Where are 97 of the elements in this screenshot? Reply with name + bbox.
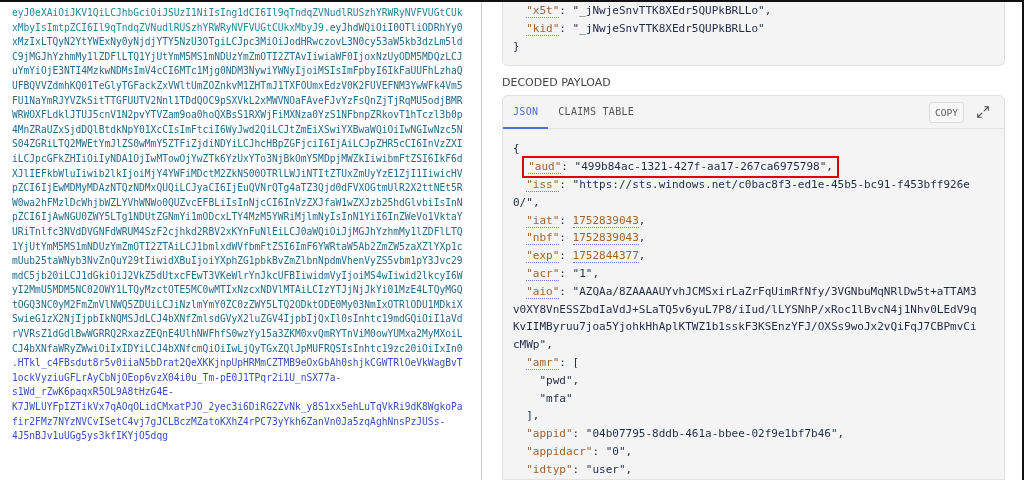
json-comma: , <box>532 195 540 209</box>
token-text: FU1NaYmRJYVZkSitTTGFUUTV2Nnl1TDdQOC9pSXVkL2xMWVNOaFAveFJvYzFsQnZjTjRqMU5odjBMR <box>12 94 463 106</box>
token-text: pZCI6IjAwNGU0ZWY5LTg1NDUtZGNmYi1mODcxLTY4MzM5YWRiMjlmNyIsInN1YiI6InZWeVo1VktaY <box>12 211 463 223</box>
json-value: "_jNwjeSnvTTK8XEdr5QUPkBRLLo" <box>572 21 765 35</box>
json-key: "x5t" <box>526 4 560 18</box>
json-colon: : <box>559 213 567 227</box>
json-comma: , <box>638 231 646 245</box>
json-colon: : <box>559 4 567 17</box>
json-key: "appidacr" <box>526 444 593 458</box>
json-value: v0XY8VnESSZbdIaVdJ+SLaTQ5v6yuL7P8/iIud/lLYSNhP/xRoc1lBvcN4j1Nhv0LEdV9q <box>513 302 977 316</box>
token-text: UFBQVVZdmhKQ01TeGlyTGFackZxVWltUmZOZnkvM1ZHTmJ1TXFOUmxEdzV0K2FUVEFNM3YwWFk4Vm5 <box>12 79 463 91</box>
json-value: "user" <box>585 462 626 476</box>
json-comma: , <box>625 444 633 458</box>
token-text: iLCJpcGFkZHIiOiIyNDA1OjIwMTowOjYwZTk6YzUxYTo3NjBkOmY5MDpjMWZkIiwibmFtZSI6IkF6d <box>12 152 463 164</box>
token-text: eyJ0eXAiOiJKV1QiLCJhbGciOiJSUzI1NiIsIng1dCI6Il9qTndqZVNudlRUSzhYRWRyNVFVUGtCUk <box>12 7 463 18</box>
json-key: "acr" <box>526 266 560 281</box>
json-value: "_jNwjeSnvTTK8XEdr5QUPkBRLLo" <box>572 4 765 17</box>
json-colon: : <box>572 462 581 476</box>
json-key: "nbf" <box>526 231 560 246</box>
json-value: "AZQAa/8ZAAAAUYvhJCMSxirLaZrFqUimRfNfy/3VGNbuMqNRlDw5t+aTTAM3 <box>572 284 977 298</box>
json-colon: : <box>572 427 581 441</box>
json-comma: , <box>837 427 845 441</box>
section-title: DECODED PAYLOAD <box>502 76 611 90</box>
json-key: "kid" <box>526 21 560 36</box>
json-value: 1752839043 <box>572 231 639 246</box>
json-comma: , <box>546 338 553 352</box>
json-value: "499b84ac-1321-427f-aa17-267ca6975798" <box>574 160 827 174</box>
token-text: URiTnlfc3NVdDVGNFdWRUM4SzF2cjhkd2RBV2xKYnFuNlEiLCJ0aWQiOiJjMGJhYzhmMy1lZDFlLTQ <box>12 225 463 237</box>
json-comma: , <box>532 409 540 423</box>
json-key: "aio" <box>526 284 560 299</box>
json-bracket: [ <box>572 355 580 369</box>
token-text: mUub25taWNyb3NvZnQuY29tIiwidXBuIjoiYXphZG1pbkBvZmZlbnNpdmVhenVyZS5vbm1pY3Jvc29 <box>12 255 463 267</box>
json-comma: , <box>638 249 646 263</box>
token-text: 1ockVyziuGFLrAyCbNjOEop6vzX04i0u_Tm-pE0J1TPqr2i1U_nSX77a- <box>12 371 342 383</box>
json-value: cMWp" <box>513 338 547 352</box>
json-value: "1" <box>572 266 593 280</box>
json-key: "aud" <box>528 160 562 175</box>
token-text: SwieG1zX2NjIjpbIkNQMSJdLCJ4bXNfZmlsdGVyX2luZGV4IjpbIjQxIl0sInhtc19mdGQiOiI1aVd <box>12 313 463 325</box>
json-key: "iss" <box>526 178 560 192</box>
token-text: uYmYiOjE3NTI4MzkwNDMsImV4cCI6MTc1Mjg0NDM3NywiYWNyIjoiMSIsImFpbyI6IkFaUUFhLzhaQ <box>12 65 463 77</box>
tab[interactable]: JSON <box>503 96 549 130</box>
json-value: KvIIMByruu7joa5YjohkHhAplKTWZ1b1sskF3KSEnzYFJ/OXSs9woJx2vQiFqJ7CBPmvCi <box>513 320 977 334</box>
token-text: yI2MmU5MDM5NC02OWY1LTQyMzctOTE5MC0wMTIxNzcxNDVlMTAiLCIzYTJjNjJkYi01MzE4LTQyMGQ <box>12 284 463 296</box>
token-text: xMzIxLTQyN2YtYWExNy0yNjdjYTY5NzU3OTgiLCJpc3MiOiJodHRwczovL3N0cy53aW5kb3dzLm5ld <box>12 36 463 48</box>
token-text: 4MnZRaUZxSjdDQlBtdkNpY01XcCIsImFtciI6WyJwd2QiLCJtZmEiXSwiYXBwaWQiOiIwNGIwNzc5N <box>12 123 463 135</box>
json-value: "pwd" <box>539 373 573 387</box>
token-text: W0wa2hFMzlDcWhjbWZLYVhWNWo0QUZvcEFBLiIsInNjcCI6InVzZXJfaW1wZXJzb25hdGlvbiIsInN <box>12 196 463 208</box>
json-colon: : <box>592 444 601 458</box>
json-key: "amr" <box>526 355 560 370</box>
token-text: s1Wd_rZwK6paqxR5OL9A8tHzG4E- <box>12 386 174 398</box>
token-text: C9jMGJhYzhmMy1lZDFlLTQ1YjUtYmM5MS1mNDUzYmZmOTI2ZTAvIiwiaWF0IjoxNzUyODM5MDQzLCJ <box>12 50 463 62</box>
token-text: XJlIEFkbWluIiwib2lkIjoiMjY4YWFiMDctM2ZkNS00OTRlLWJiNTItZTUxZmUyYzE1ZjI1IiwicHV <box>12 167 463 179</box>
json-value: "https://sts.windows.net/c0bac8f3-ed1e-45b5-bc91-f453bff926e <box>572 178 970 191</box>
json-value: 0/" <box>513 195 533 209</box>
json-colon: : <box>559 266 567 280</box>
json-key: "idtyp" <box>526 462 573 476</box>
json-value: "0" <box>605 444 626 458</box>
json-colon: : <box>559 231 567 245</box>
json-colon: : <box>559 21 567 35</box>
tab[interactable]: CLAIMS TABLE <box>548 96 645 130</box>
token-text: 4J5nBJv1uUGg5ys3kfIKYjO5dqg <box>12 430 168 442</box>
json-value: "04b07795-8ddb-461a-bbee-02f9e1bf7b46" <box>585 427 838 441</box>
json-comma: , <box>625 462 633 476</box>
token-text: pZCI6IjEwMDMyMDAzNTQzNDMxQUQiLCJyaCI6IjEuQVNrQTg4aTZ3Qjd0dFVXOGtmUlR2X2ttNEt5R <box>12 182 463 194</box>
json-value: 1752839043 <box>572 213 639 228</box>
json-comma: , <box>572 373 580 387</box>
json-colon: : <box>559 249 567 263</box>
token-text: mdC5jb20iLCJ1dGkiOiJ2VkZ5dUtxcFEwT3VKeWlrYnJkcUFBIiwidmVyIjoiMS4wIiwid2lkcyI6W <box>12 269 463 281</box>
json-colon: : <box>559 355 567 369</box>
json-bracket: ] <box>526 409 533 423</box>
token-text: WRWOXFLdklJTUJ5cnV1N2pvYTVZam9oa0hoQXBsS1RXWjFiMXNza0YzS1NFbnpZRkovT1hTczl3b0p <box>12 109 463 121</box>
token-text: K7JWLUYFpIZTikVx7qAOqOLidCMxatPJO_2yec3i6DiRG2ZvNk_y8S1xx5ehLuTqVkRi9dK8WgkoPa <box>12 401 463 413</box>
token-text: xMbyIsImtpZCI6Il9qTndqZVNudlRUSzhYRWRyNVFVUGtCUkxMbyJ9 <box>12 21 324 33</box>
json-comma: , <box>592 266 600 280</box>
token-text: rVVRsZ1dGdlBwWGRRQ2RxazZEQnE4UlhNWFhfS0wzYy15a3ZKM0xvQmRYTnViM0owYUMxa2MyMXoiL <box>12 328 463 340</box>
token-text: 1YjUtYmM5MS1mNDUzYmZmOTI2ZTAiLCJ1bmlxdWVfbmFtZSI6ImF6YWRtaW5Ab2ZmZW5zaXZlYXp1c <box>12 240 463 252</box>
expand-icon[interactable] <box>976 105 990 120</box>
copy-button[interactable]: COPY <box>929 101 964 123</box>
json-key: "exp" <box>526 249 560 264</box>
json-value: "mfa" <box>539 391 573 405</box>
token-text: .eyJhdWQiOiI0OTliODRhYy0 <box>323 21 463 33</box>
token-text: CJ4bXNfaWRyZWwiOiIxIDYiLCJ4bXNfcmQiOiIwLjQyTGxZQlJpMUFRQSIsInhtc19zc20iOiIxIn0 <box>12 342 463 354</box>
json-colon: : <box>561 160 569 174</box>
json-key: "iat" <box>526 213 560 228</box>
json-comma: , <box>826 160 833 174</box>
token-text: .HTkl_c4FBsdut8r5v0iiaN5bDrat2QeXKKjnpUpHRMmCZTMB9eOxGbAh0shjkCGWTRlOeVkWagBvT <box>12 357 463 369</box>
token-text: S04ZGRiLTQ2MWEtYmJlZS0wMmY5ZTFiZjdiNDYiLCJhcHBpZGFjciI6IjAiLCJpZHR5cCI6InVzZXI <box>12 138 463 150</box>
json-colon: : <box>559 178 567 191</box>
json-key: "appid" <box>526 427 573 441</box>
json-comma: , <box>764 4 772 17</box>
json-colon: : <box>559 284 567 298</box>
json-value: 1752844377 <box>572 249 639 264</box>
json-brace: } <box>513 39 520 53</box>
json-comma: , <box>638 213 646 227</box>
token-text: tOGQ3NC0yM2FmZmVlNWQ5ZDUiLCJiNzlmYmY0ZC0zZWY5LTQ2ODktODE0My03NmIxOTRlODU1MDkiX <box>12 298 463 310</box>
json-brace: { <box>513 142 520 156</box>
token-text: fir2FMz7NYzNVCvISetC4vj7gJCLBczMZatoKXhZ4rPC73yYkh6ZanVn0Ja5zqAghNnsPzJUSs- <box>12 415 446 427</box>
